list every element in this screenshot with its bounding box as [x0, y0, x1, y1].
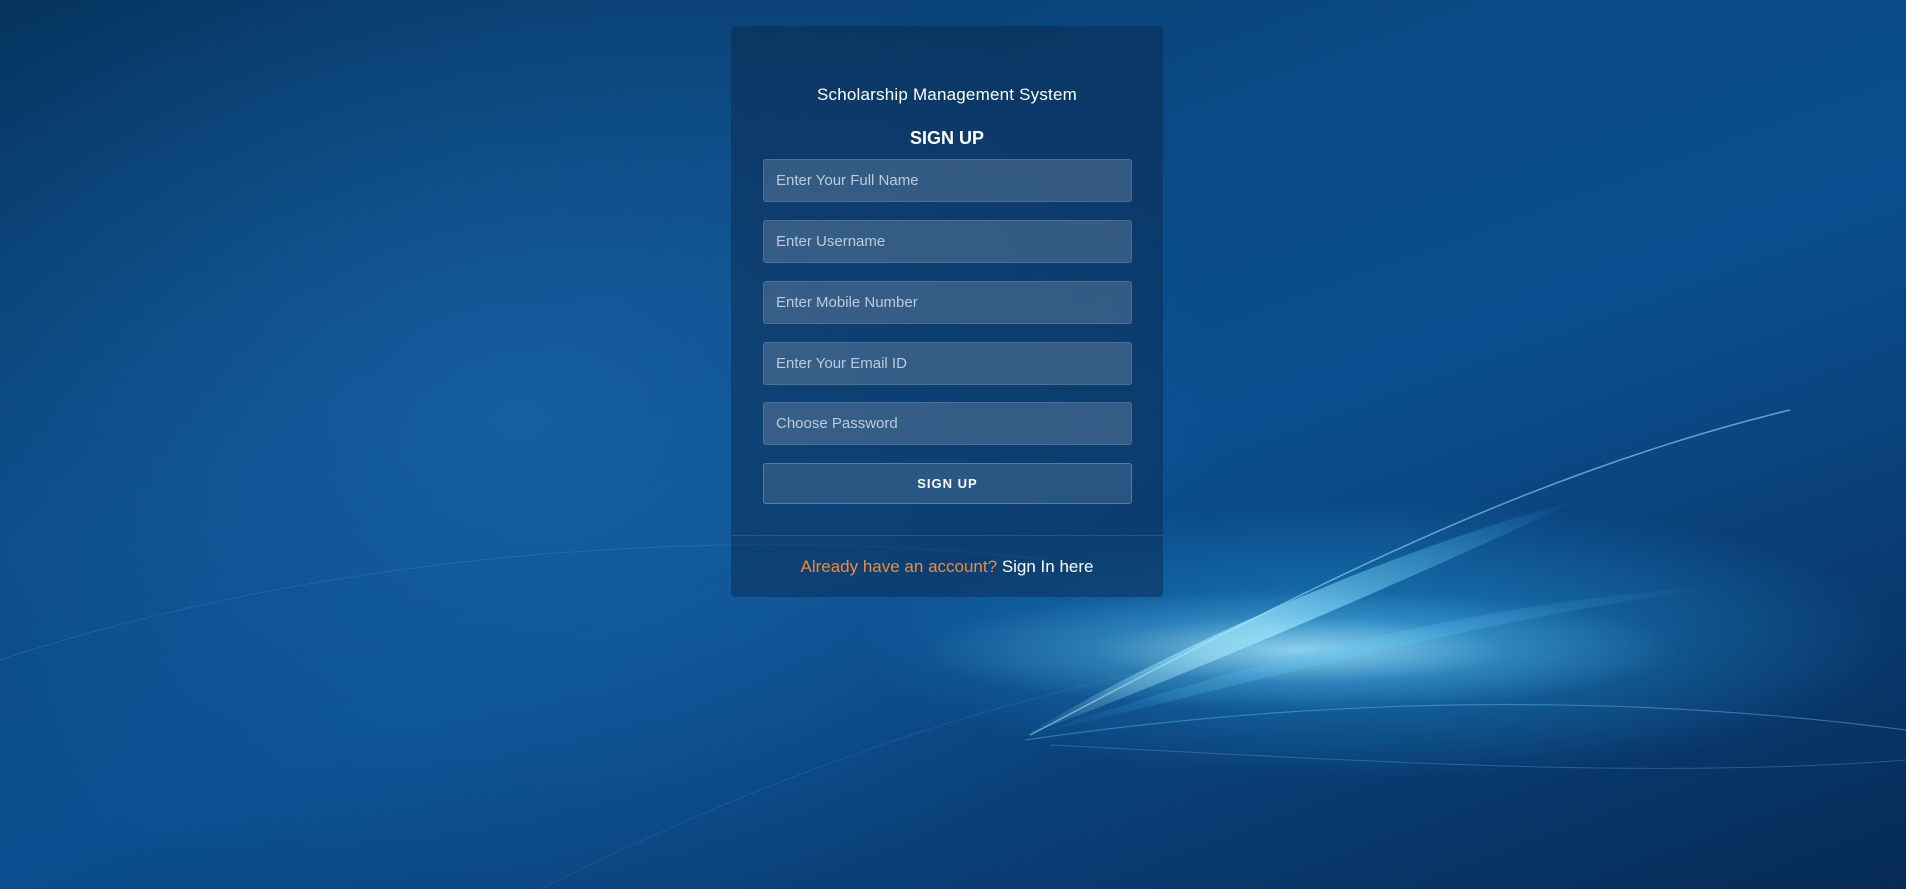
username-input[interactable] — [763, 220, 1132, 263]
password-input[interactable] — [763, 402, 1132, 445]
signup-card: Scholarship Management System SIGN UP SI… — [731, 26, 1163, 597]
signup-button[interactable]: SIGN UP — [763, 463, 1132, 504]
card-divider — [731, 535, 1163, 536]
app-title: Scholarship Management System — [817, 85, 1077, 104]
form-heading: SIGN UP — [909, 128, 984, 148]
email-input[interactable] — [763, 342, 1132, 385]
signin-prompt-text: Already have an account? — [800, 557, 998, 576]
signin-prompt-line: Already have an account? Sign In here — [731, 557, 1163, 577]
mobile-number-input[interactable] — [763, 281, 1132, 324]
signin-link[interactable]: Sign In here — [1002, 557, 1094, 576]
full-name-input[interactable] — [763, 159, 1132, 202]
